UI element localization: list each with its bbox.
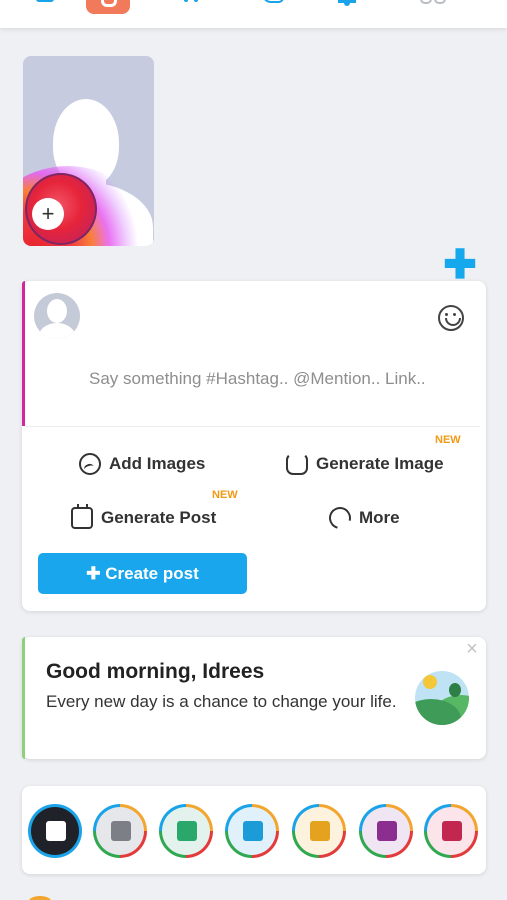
notifications-icon[interactable] [338, 0, 356, 6]
generate-image-icon [286, 453, 308, 475]
greeting-message: Every new day is a chance to change your… [46, 692, 397, 711]
greeting-title: Good morning, Idrees [46, 660, 265, 683]
post-input[interactable]: Say something #Hashtag.. @Mention.. Link… [89, 365, 429, 393]
new-badge: NEW [435, 434, 461, 446]
close-icon[interactable]: × [464, 639, 480, 659]
create-post-button[interactable]: ✚ Create post [38, 553, 247, 594]
apps-icon[interactable] [182, 0, 202, 2]
greeting-card: × Good morning, Idrees Every new day is … [22, 637, 486, 759]
add-images-button[interactable]: Add Images [79, 453, 205, 475]
next-card-peek [29, 896, 51, 900]
blogs-icon [111, 821, 131, 841]
new-badge: NEW [212, 489, 238, 501]
more-button[interactable]: More [324, 502, 400, 534]
category-videos[interactable] [225, 804, 279, 858]
generate-image-button[interactable]: Generate Image [286, 453, 444, 475]
category-files[interactable] [359, 804, 413, 858]
generate-post-button[interactable]: Generate Post [71, 504, 216, 529]
maps-icon [442, 821, 462, 841]
category-shortcuts [22, 786, 486, 874]
post-composer: Say something #Hashtag.. @Mention.. Link… [22, 281, 486, 611]
category-blogs[interactable] [93, 804, 147, 858]
home-icon[interactable] [36, 0, 54, 2]
photos-icon [177, 821, 197, 841]
videos-icon [243, 821, 263, 841]
plus-icon[interactable]: + [32, 198, 64, 230]
landscape-icon [415, 671, 469, 725]
image-icon [79, 453, 101, 475]
top-nav-bar [0, 0, 507, 28]
files-icon [377, 821, 397, 841]
calendar-icon [71, 504, 93, 529]
sounds-icon [310, 821, 330, 841]
composer-accent [22, 281, 25, 426]
emoji-icon[interactable] [438, 305, 464, 331]
create-story-card[interactable]: + [23, 56, 154, 246]
more-icon[interactable] [418, 0, 448, 4]
category-photos[interactable] [159, 804, 213, 858]
add-button[interactable]: ✚ [443, 245, 477, 285]
category-sounds[interactable] [292, 804, 346, 858]
news-feed-icon [46, 821, 66, 841]
avatar [34, 293, 80, 339]
more-icon [324, 502, 356, 534]
messages-icon[interactable] [262, 0, 284, 3]
category-maps[interactable] [424, 804, 478, 858]
feed-icon[interactable] [86, 0, 130, 14]
category-news-feed[interactable] [28, 804, 82, 858]
